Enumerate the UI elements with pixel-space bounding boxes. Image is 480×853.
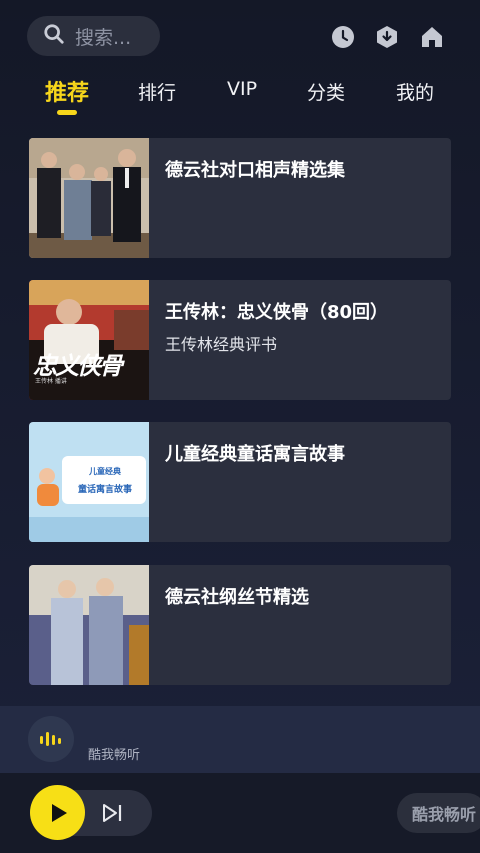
next-track-button[interactable] [100, 801, 124, 825]
list-item[interactable]: 儿童经典 童话寓言故事 儿童经典童话寓言故事 [29, 422, 451, 542]
cover-art-title: 儿童经典 [89, 467, 121, 476]
item-title: 王传林：忠义侠骨（80回） [165, 302, 389, 323]
download-icon[interactable] [374, 24, 400, 50]
app-logo-icon [28, 716, 74, 762]
skip-next-icon [103, 804, 122, 822]
now-playing-title: 酷我畅听 [88, 748, 141, 763]
album-cover-image: 忠义侠骨 王传林 播讲 [29, 280, 149, 400]
search-bar[interactable]: 搜索... [27, 16, 160, 56]
album-cover-image [29, 565, 149, 685]
list-item[interactable]: 德云社对口相声精选集 [29, 138, 451, 258]
search-icon [43, 23, 65, 49]
top-bar: 搜索... [0, 0, 480, 72]
play-icon [51, 803, 67, 822]
mini-player[interactable]: 酷我畅听 [0, 706, 480, 773]
item-title: 德云社对口相声精选集 [165, 160, 345, 181]
history-icon[interactable] [330, 24, 356, 50]
tab-mine[interactable]: 我的 [396, 78, 434, 105]
category-tabs: 推荐 排行 VIP 分类 我的 [0, 72, 480, 122]
home-icon[interactable] [419, 24, 445, 50]
list-item[interactable]: 忠义侠骨 王传林 播讲 王传林：忠义侠骨（80回） 王传林经典评书 [29, 280, 451, 400]
item-title: 德云社纲丝节精选 [165, 587, 309, 608]
tab-ranking[interactable]: 排行 [138, 78, 176, 105]
tab-category[interactable]: 分类 [307, 78, 345, 105]
brand-label: 酷我畅听 [412, 805, 477, 824]
active-tab-indicator [57, 110, 77, 115]
play-button[interactable] [30, 785, 85, 840]
playback-controls: 酷我畅听 [0, 773, 480, 853]
search-placeholder: 搜索... [75, 26, 132, 49]
cover-art-caption: 王传林 播讲 [35, 378, 67, 385]
album-cover-image [29, 138, 149, 258]
album-cover-image: 儿童经典 童话寓言故事 [29, 422, 149, 542]
cover-art-subtitle: 童话寓言故事 [77, 485, 132, 495]
brand-button[interactable]: 酷我畅听 [397, 793, 480, 833]
tab-vip[interactable]: VIP [227, 78, 257, 100]
item-title: 儿童经典童话寓言故事 [165, 444, 345, 465]
tab-recommend[interactable]: 推荐 [45, 75, 89, 107]
item-subtitle: 王传林经典评书 [165, 335, 278, 354]
list-item[interactable]: 德云社纲丝节精选 [29, 565, 451, 685]
